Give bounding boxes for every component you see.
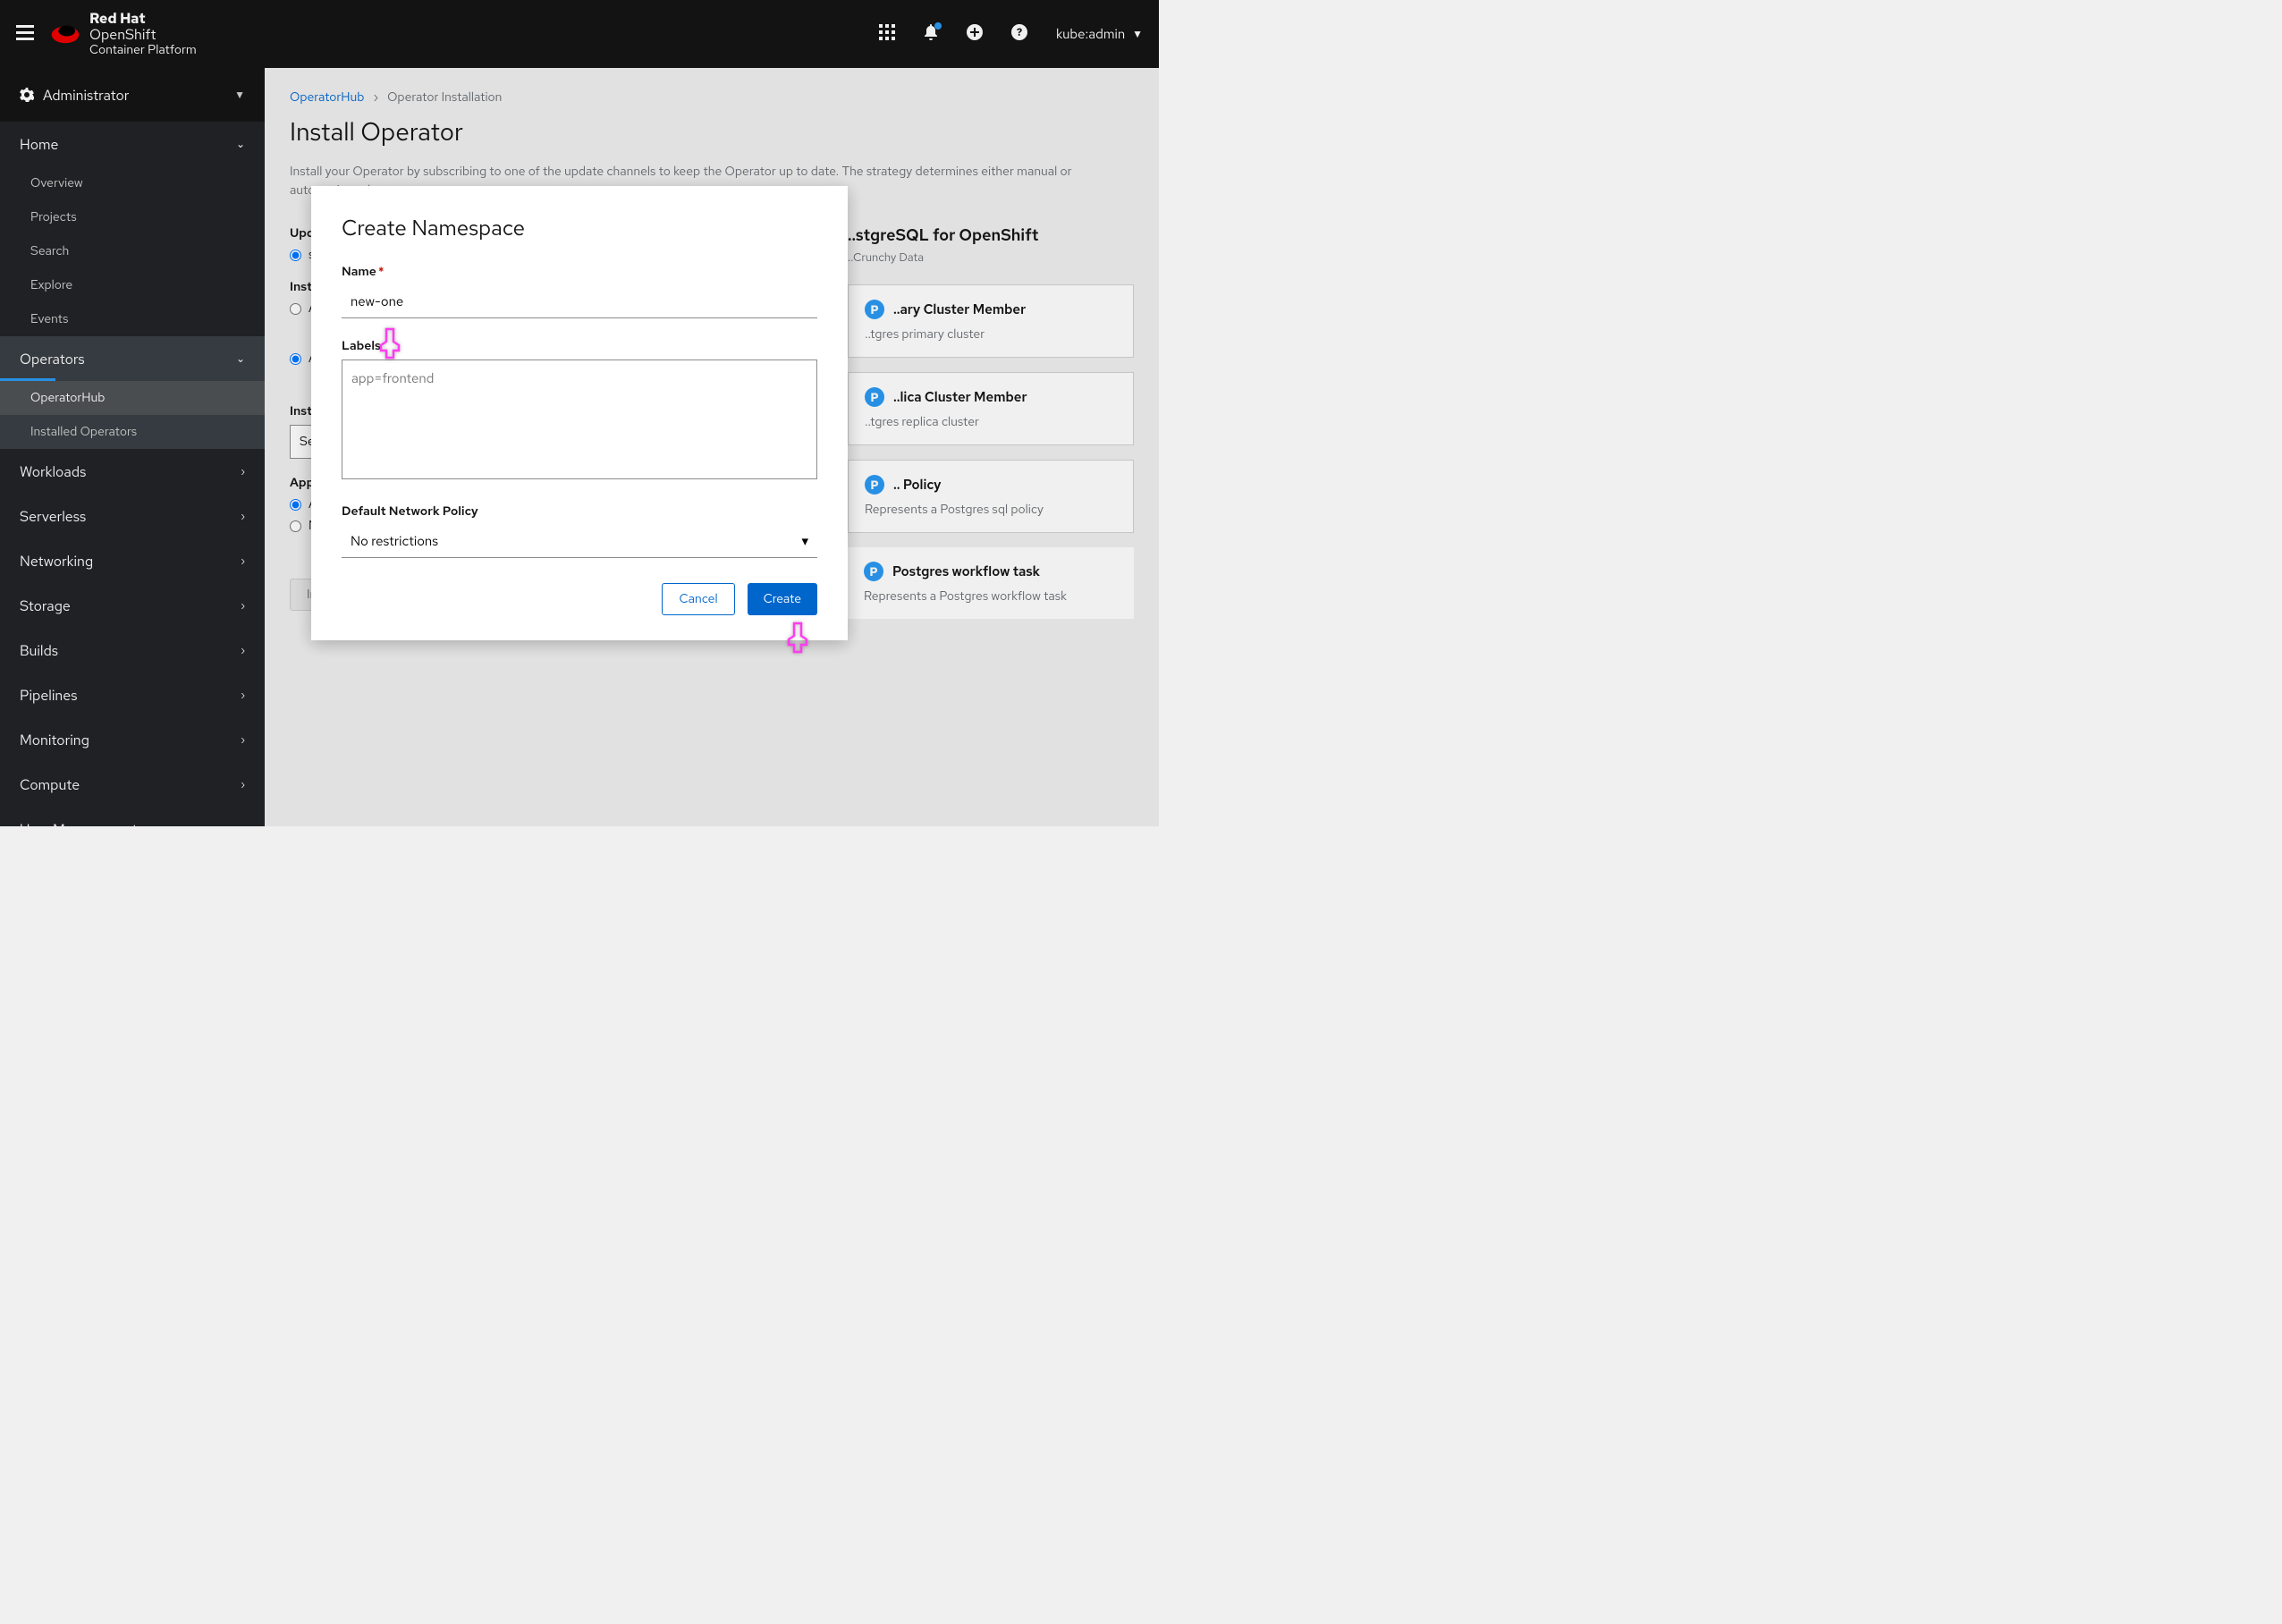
modal-cancel-button[interactable]: Cancel — [662, 583, 734, 615]
modal-title: Create Namespace — [342, 215, 817, 242]
name-input[interactable] — [342, 285, 817, 318]
labels-input[interactable] — [342, 359, 817, 479]
create-namespace-modal: Create Namespace Name* Labels Default Ne… — [311, 186, 848, 640]
labels-label: Labels — [342, 338, 817, 354]
modal-overlay: Create Namespace Name* Labels Default Ne… — [0, 0, 1159, 826]
network-policy-label: Default Network Policy — [342, 503, 817, 520]
modal-create-button[interactable]: Create — [748, 583, 817, 615]
network-policy-select[interactable]: No restrictions ▾ — [342, 525, 817, 558]
caret-down-icon: ▾ — [801, 532, 808, 550]
name-label: Name* — [342, 264, 817, 280]
